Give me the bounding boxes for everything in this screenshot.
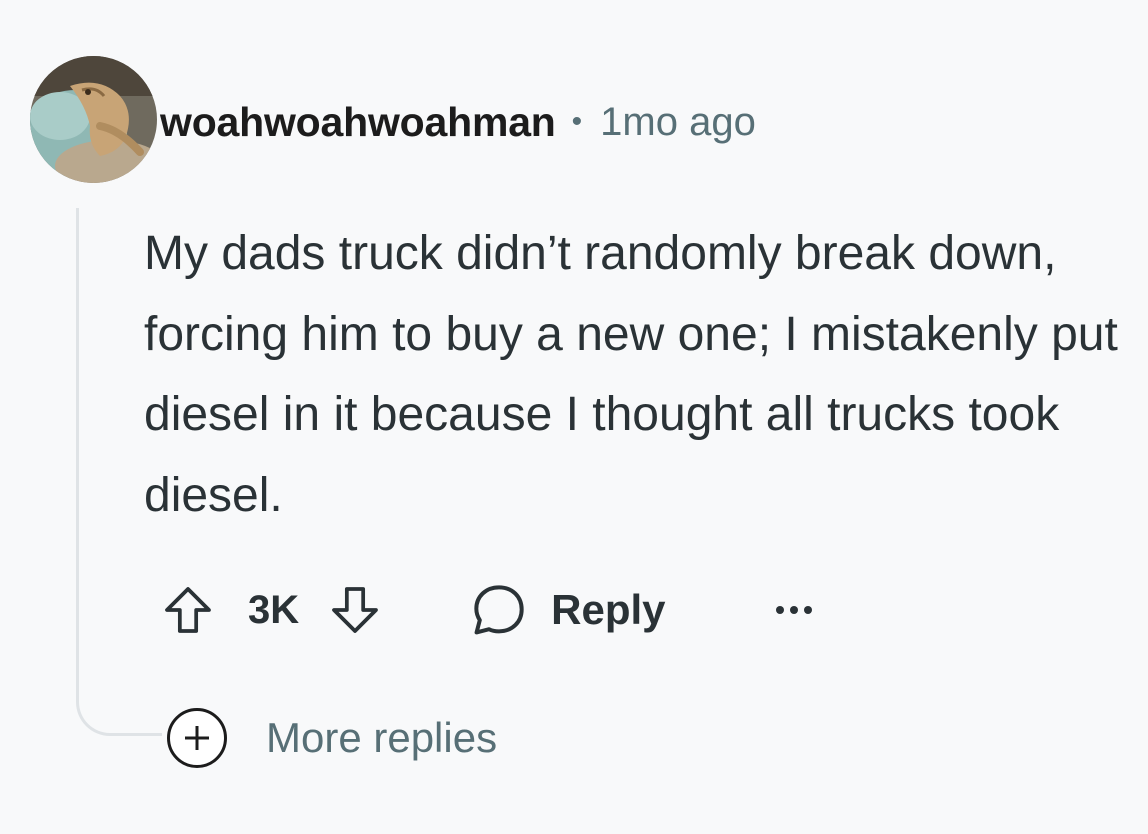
comment-header: woahwoahwoahman • 1mo ago: [160, 94, 756, 150]
comment: woahwoahwoahman • 1mo ago My dads truck …: [0, 0, 1148, 834]
arrow-down-outline-icon: [332, 587, 379, 633]
more-replies-button[interactable]: More replies: [166, 706, 497, 770]
avatar-image: [30, 56, 157, 183]
ellipsis-icon: [775, 606, 812, 614]
timestamp[interactable]: 1mo ago: [600, 100, 756, 145]
reply-label: Reply: [551, 586, 666, 633]
plus-circle-icon: [166, 707, 228, 769]
arrow-up-outline-icon: [165, 587, 211, 633]
reply-button[interactable]: Reply: [467, 578, 666, 642]
comment-body: My dads truck didn’t randomly break down…: [144, 227, 1118, 522]
separator-dot: •: [571, 105, 583, 138]
avatar[interactable]: [30, 56, 157, 183]
comment-actions: 3K Reply: [156, 578, 824, 642]
overflow-menu-button[interactable]: [764, 590, 824, 630]
upvote-button[interactable]: [156, 578, 220, 642]
speech-bubble-icon: [474, 585, 524, 635]
more-replies-label: More replies: [266, 714, 498, 761]
downvote-button[interactable]: [323, 578, 387, 642]
vote-score: 3K: [248, 587, 300, 632]
username[interactable]: woahwoahwoahman: [160, 99, 556, 146]
